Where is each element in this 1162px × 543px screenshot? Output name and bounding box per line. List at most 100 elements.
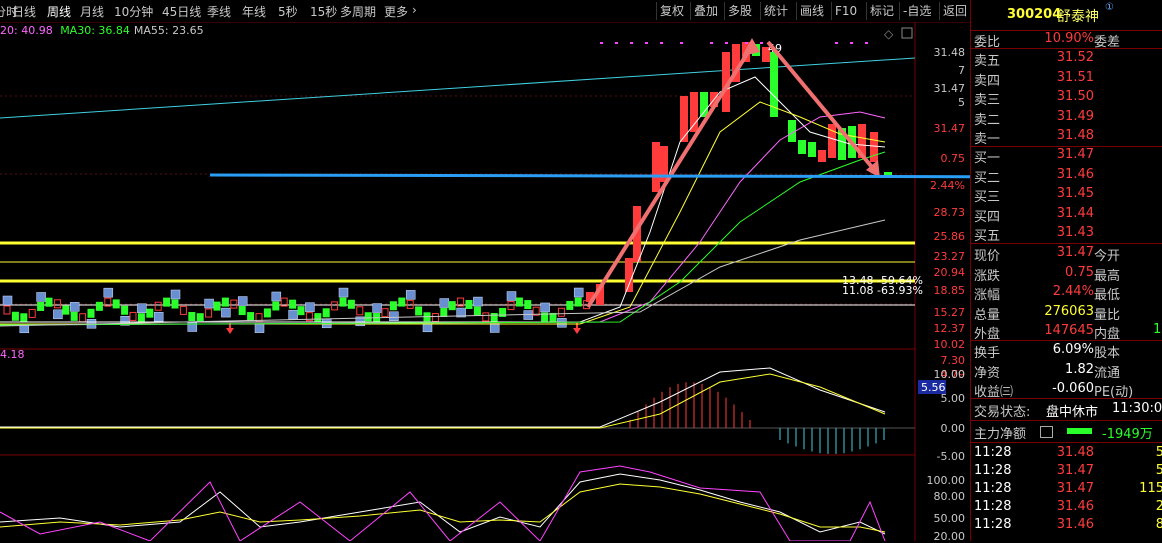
period-tab-7[interactable]: 年线 [242, 3, 266, 20]
ask-row[interactable]: 卖五 31.52 [974, 50, 1162, 69]
tick-row: 11:28 31.47 5 [974, 463, 1162, 482]
toolbar-button-5[interactable]: F10 [831, 2, 860, 20]
t-marker-icon [523, 310, 534, 320]
trade-time: 11:30:0 [1112, 401, 1162, 416]
kline-chart[interactable]: 4913.48 -59.64%11.08 -63.93%◇4.185.56 [0, 22, 970, 541]
base-candle [188, 312, 196, 322]
price-axis-label: 7.30 [940, 354, 966, 367]
kdj-k-line [0, 473, 886, 535]
t-marker-icon [389, 311, 399, 322]
stat-value: 2.44% [1052, 284, 1094, 299]
period-tab-4[interactable]: 10分钟 [114, 3, 153, 20]
toolbar-button-6[interactable]: 标记 [866, 2, 897, 20]
tick-time: 11:28 [974, 445, 1012, 460]
bid-price: 31.47 [1056, 147, 1094, 162]
base-candle [3, 305, 11, 315]
bid-row[interactable]: 买五 31.43 [974, 225, 1162, 244]
ask-row[interactable]: 卖四 31.51 [974, 70, 1162, 89]
bid-row[interactable]: 买二 31.46 [974, 167, 1162, 186]
period-tab-9[interactable]: 15秒 [310, 3, 337, 20]
stat-label-2: 今开 [1094, 249, 1121, 264]
period-tab-3[interactable]: 月线 [80, 3, 104, 20]
price-axis-small: 7 [958, 64, 965, 77]
base-candle [28, 308, 36, 318]
ask-row[interactable]: 卖三 31.50 [974, 89, 1162, 108]
ask-label: 卖四 [974, 73, 1001, 89]
bid-price: 31.45 [1056, 186, 1094, 201]
stat-label-2: 最低 [1094, 288, 1121, 303]
t-marker-icon [170, 289, 181, 300]
stock-code: 300204 [1007, 7, 1062, 22]
base-candle [272, 301, 280, 311]
ask-price: 31.52 [1056, 50, 1094, 65]
stock-name[interactable]: 舒泰神 [1057, 6, 1099, 26]
t-marker-icon [372, 303, 382, 313]
t-marker-icon [153, 311, 164, 322]
tick-time: 11:28 [974, 499, 1012, 514]
stat2-value: 1.82 [1065, 361, 1094, 377]
base-candle [146, 308, 154, 318]
quote-panel: 300204 舒泰神 ① 委比 10.90% 委差 卖五 31.52 卖四 31.51… [970, 0, 1162, 541]
macd-axis-label: 10.00 [933, 368, 966, 381]
tick-price: 31.47 [1056, 463, 1094, 478]
base-candle [179, 305, 187, 315]
base-candle [45, 297, 53, 307]
toolbar-button-1[interactable]: 叠加 [690, 2, 721, 20]
stat2-row: 换手 6.09% 股本 [974, 342, 1162, 361]
ma5-line [0, 76, 886, 323]
period-tab-2[interactable]: 周线 [47, 3, 71, 20]
bid-row[interactable]: 买四 31.44 [974, 206, 1162, 225]
ask-label: 卖二 [974, 112, 1001, 128]
base-candle [238, 306, 246, 316]
toolbar-button-2[interactable]: 多股 [724, 2, 755, 20]
bid-label: 买五 [974, 229, 1001, 244]
list-icon[interactable] [1040, 426, 1053, 438]
period-tab-8[interactable]: 5秒 [278, 3, 298, 20]
base-candle [566, 300, 574, 310]
mainforce-value: -1949万 [1102, 427, 1153, 442]
up-arrow-icon [573, 323, 581, 334]
period-tab-5[interactable]: 45日线 [162, 3, 201, 20]
base-candle [549, 312, 557, 322]
base-candle [331, 301, 339, 311]
macd-axis-label: 0.00 [940, 422, 966, 435]
period-tab-11[interactable]: 更多 [384, 3, 408, 20]
base-candle [137, 313, 145, 323]
toolbar-button-0[interactable]: 复权 [656, 2, 687, 20]
panel-toggle-icon [901, 27, 913, 39]
toolbar-button-4[interactable]: 画线 [796, 2, 827, 20]
macd-left-value: 4.18 [0, 348, 25, 361]
toolbar-button-3[interactable]: 统计 [760, 2, 791, 20]
more-chevron-icon[interactable]: › [412, 3, 417, 17]
base-candle [364, 312, 372, 322]
tick-volume: 5 [1155, 445, 1162, 460]
bid-price: 31.46 [1056, 166, 1094, 182]
base-candle [356, 306, 364, 316]
t-marker-icon [103, 287, 114, 298]
mainforce-bar [1067, 428, 1092, 434]
toolbar-button-7[interactable]: -自选 [899, 2, 934, 20]
bid-row[interactable]: 买三 31.45 [974, 186, 1162, 205]
tick-row: 11:28 31.47 115 [974, 481, 1162, 500]
trade-state-row: 交易状态: 盘中休市 11:30:0 [974, 401, 1162, 420]
period-tab-6[interactable]: 季线 [207, 3, 231, 20]
stat-value: 31.47 [1056, 245, 1094, 260]
signal-dot [865, 42, 868, 44]
period-tab-1[interactable]: 日线 [12, 3, 36, 20]
t-marker-icon [506, 291, 517, 301]
base-candle [557, 307, 565, 317]
stat2-label-2: 流通 [1094, 365, 1121, 381]
base-candle [465, 299, 473, 309]
base-candle [431, 313, 439, 323]
toolbar-button-8[interactable]: 返回 [939, 2, 970, 20]
tick-volume: 5 [1155, 463, 1162, 478]
stat-label: 涨跌 [974, 268, 1001, 284]
ask-row[interactable]: 卖二 31.49 [974, 109, 1162, 128]
base-candle [247, 312, 255, 322]
ask-row[interactable]: 卖一 31.48 [974, 128, 1162, 147]
bid-row[interactable]: 买一 31.47 [974, 147, 1162, 166]
base-candle [87, 308, 95, 318]
period-toolbar: 分时 日线 周线 月线 10分钟 45日线 季线 年线 5秒 15秒 多周期 更多 › 复权 叠加 多股 统计画… [0, 0, 970, 23]
period-tab-10[interactable]: 多周期 [340, 3, 376, 20]
stat-row: 现价 31.47 今开 [974, 245, 1162, 264]
